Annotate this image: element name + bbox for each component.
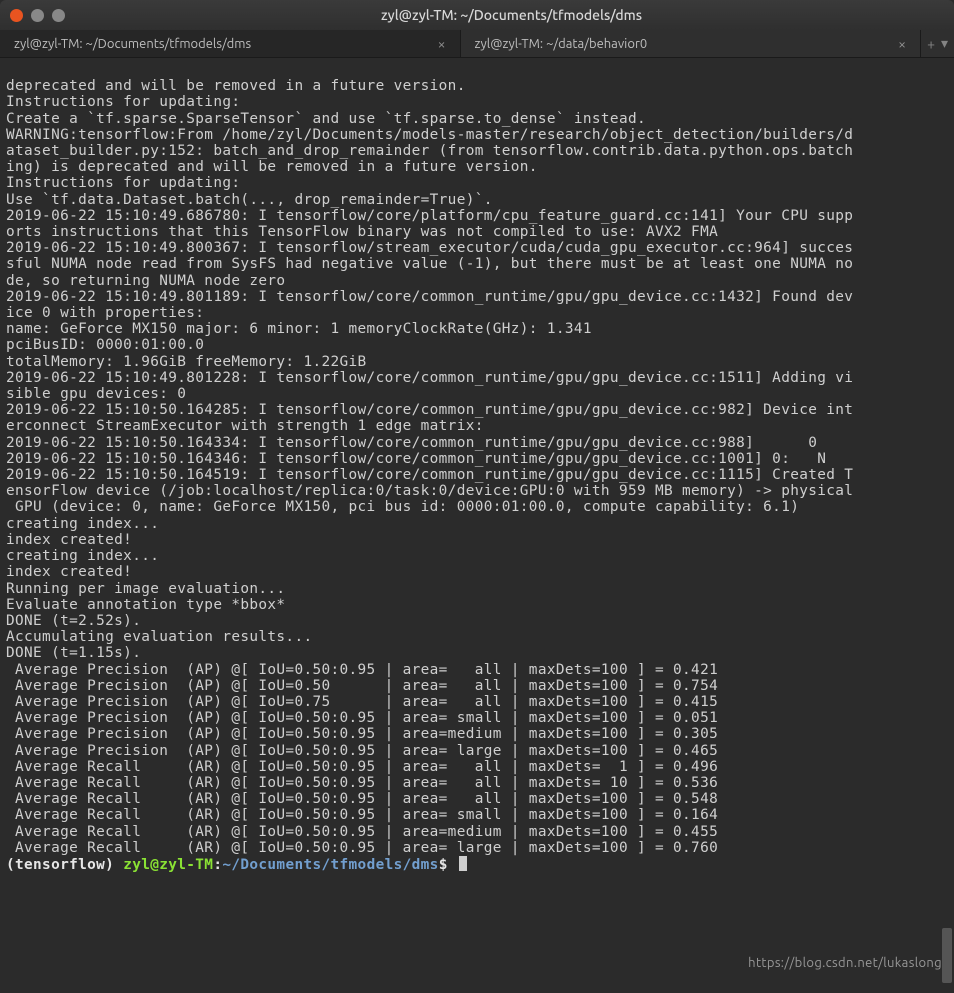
window-controls [10, 9, 65, 22]
cursor [459, 856, 467, 871]
close-icon[interactable]: × [898, 36, 906, 52]
tab-menu-icon[interactable]: ▾ [941, 35, 948, 52]
prompt: (tensorflow) zyl@zyl-TM:~/Documents/tfmo… [6, 857, 457, 873]
prompt-sep: : [213, 857, 222, 873]
scrollbar-thumb[interactable] [942, 928, 952, 983]
prompt-userhost: zyl@zyl-TM [123, 857, 213, 873]
terminal-lines: deprecated and will be removed in a futu… [6, 78, 853, 856]
close-window-icon[interactable] [10, 9, 23, 22]
prompt-dollar: $ [439, 857, 457, 873]
tab-label: zyl@zyl-TM: ~/data/behavior0 [475, 37, 887, 51]
prompt-cwd: ~/Documents/tfmodels/dms [222, 857, 438, 873]
prompt-env: (tensorflow) [6, 857, 123, 873]
minimize-window-icon[interactable] [31, 9, 44, 22]
new-tab-icon[interactable]: + [927, 36, 935, 52]
terminal-window: zyl@zyl-TM: ~/Documents/tfmodels/dms zyl… [0, 0, 954, 993]
titlebar[interactable]: zyl@zyl-TM: ~/Documents/tfmodels/dms [0, 0, 954, 30]
close-icon[interactable]: × [438, 36, 446, 52]
terminal-output[interactable]: deprecated and will be removed in a futu… [0, 58, 954, 993]
tab-1[interactable]: zyl@zyl-TM: ~/data/behavior0 × [461, 30, 922, 57]
watermark: https://blog.csdn.net/lukaslong [748, 955, 942, 971]
scrollbar[interactable] [940, 58, 954, 993]
tab-label: zyl@zyl-TM: ~/Documents/tfmodels/dms [14, 37, 426, 51]
tab-controls: + ▾ [921, 30, 954, 57]
maximize-window-icon[interactable] [52, 9, 65, 22]
tabbar: zyl@zyl-TM: ~/Documents/tfmodels/dms × z… [0, 30, 954, 58]
window-title: zyl@zyl-TM: ~/Documents/tfmodels/dms [79, 7, 944, 23]
tab-0[interactable]: zyl@zyl-TM: ~/Documents/tfmodels/dms × [0, 30, 461, 57]
